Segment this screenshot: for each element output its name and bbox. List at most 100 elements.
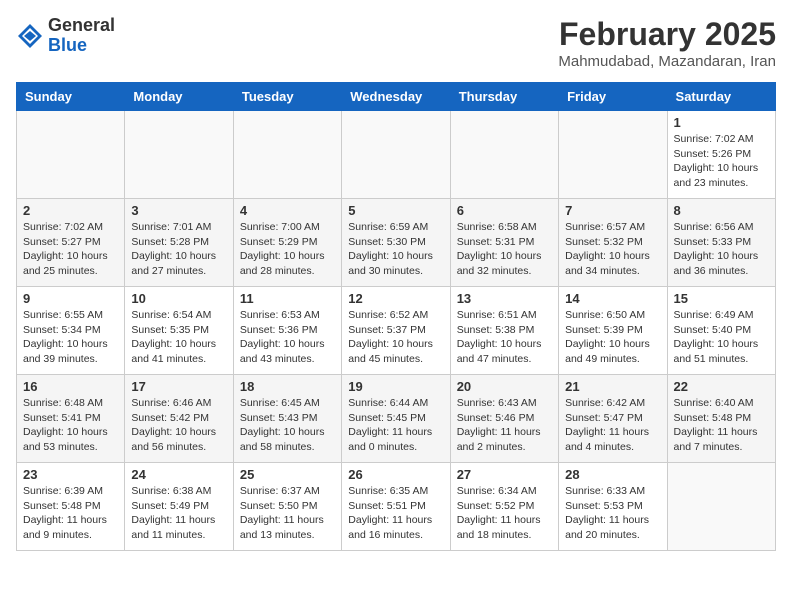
day-number: 16: [23, 379, 118, 394]
day-info: Sunrise: 6:51 AM Sunset: 5:38 PM Dayligh…: [457, 308, 552, 367]
day-info: Sunrise: 6:39 AM Sunset: 5:48 PM Dayligh…: [23, 484, 118, 543]
day-number: 27: [457, 467, 552, 482]
calendar-day: 20 Sunrise: 6:43 AM Sunset: 5:46 PM Dayli…: [450, 375, 558, 463]
calendar-week-3: 9 Sunrise: 6:55 AM Sunset: 5:34 PM Daylig…: [17, 287, 776, 375]
calendar-day: 4Sunrise: 7:00 AM Sunset: 5:29 PM Daylig…: [233, 199, 341, 287]
calendar-day: 3 Sunrise: 7:01 AM Sunset: 5:28 PM Daylig…: [125, 199, 233, 287]
calendar-day: 18Sunrise: 6:45 AM Sunset: 5:43 PM Dayli…: [233, 375, 341, 463]
day-info: Sunrise: 7:02 AM Sunset: 5:26 PM Dayligh…: [674, 132, 769, 191]
calendar-week-2: 2 Sunrise: 7:02 AM Sunset: 5:27 PM Daylig…: [17, 199, 776, 287]
weekday-header-thursday: Thursday: [450, 83, 558, 111]
day-info: Sunrise: 6:44 AM Sunset: 5:45 PM Dayligh…: [348, 396, 443, 455]
day-number: 10: [131, 291, 226, 306]
day-info: Sunrise: 7:02 AM Sunset: 5:27 PM Dayligh…: [23, 220, 118, 279]
day-info: Sunrise: 6:48 AM Sunset: 5:41 PM Dayligh…: [23, 396, 118, 455]
weekday-header-monday: Monday: [125, 83, 233, 111]
calendar-day: 6Sunrise: 6:58 AM Sunset: 5:31 PM Daylig…: [450, 199, 558, 287]
day-info: Sunrise: 6:33 AM Sunset: 5:53 PM Dayligh…: [565, 484, 660, 543]
weekday-header-row: SundayMondayTuesdayWednesdayThursdayFrid…: [17, 83, 776, 111]
calendar-day: 24 Sunrise: 6:38 AM Sunset: 5:49 PM Dayli…: [125, 463, 233, 551]
day-number: 7: [565, 203, 660, 218]
day-number: 8: [674, 203, 769, 218]
calendar-day: 14 Sunrise: 6:50 AM Sunset: 5:39 PM Dayli…: [559, 287, 667, 375]
day-number: 6: [457, 203, 552, 218]
weekday-header-sunday: Sunday: [17, 83, 125, 111]
day-number: 15: [674, 291, 769, 306]
day-info: Sunrise: 6:57 AM Sunset: 5:32 PM Dayligh…: [565, 220, 660, 279]
day-info: Sunrise: 6:40 AM Sunset: 5:48 PM Dayligh…: [674, 396, 769, 455]
calendar-day: 17 Sunrise: 6:46 AM Sunset: 5:42 PM Dayli…: [125, 375, 233, 463]
day-info: Sunrise: 6:42 AM Sunset: 5:47 PM Dayligh…: [565, 396, 660, 455]
day-number: 9: [23, 291, 118, 306]
calendar-day: 19 Sunrise: 6:44 AM Sunset: 5:45 PM Dayli…: [342, 375, 450, 463]
calendar-day: 12 Sunrise: 6:52 AM Sunset: 5:37 PM Dayli…: [342, 287, 450, 375]
calendar-day: [125, 111, 233, 199]
day-number: 22: [674, 379, 769, 394]
logo: General Blue: [16, 16, 115, 56]
day-number: 13: [457, 291, 552, 306]
weekday-header-wednesday: Wednesday: [342, 83, 450, 111]
calendar-day: 26 Sunrise: 6:35 AM Sunset: 5:51 PM Dayli…: [342, 463, 450, 551]
calendar-day: 10Sunrise: 6:54 AM Sunset: 5:35 PM Dayli…: [125, 287, 233, 375]
day-number: 17: [131, 379, 226, 394]
day-info: Sunrise: 6:50 AM Sunset: 5:39 PM Dayligh…: [565, 308, 660, 367]
day-number: 21: [565, 379, 660, 394]
day-number: 25: [240, 467, 335, 482]
calendar-day: 13 Sunrise: 6:51 AM Sunset: 5:38 PM Dayli…: [450, 287, 558, 375]
logo-general: General: [48, 15, 115, 35]
logo-blue: Blue: [48, 35, 87, 55]
day-number: 3: [131, 203, 226, 218]
location-subtitle: Mahmudabad, Mazandaran, Iran: [558, 53, 776, 70]
calendar-day: 28Sunrise: 6:33 AM Sunset: 5:53 PM Dayli…: [559, 463, 667, 551]
day-info: Sunrise: 6:37 AM Sunset: 5:50 PM Dayligh…: [240, 484, 335, 543]
day-number: 19: [348, 379, 443, 394]
day-number: 1: [674, 115, 769, 130]
calendar-day: 15 Sunrise: 6:49 AM Sunset: 5:40 PM Dayli…: [667, 287, 775, 375]
day-number: 24: [131, 467, 226, 482]
calendar-day: 22 Sunrise: 6:40 AM Sunset: 5:48 PM Dayli…: [667, 375, 775, 463]
day-info: Sunrise: 6:55 AM Sunset: 5:34 PM Dayligh…: [23, 308, 118, 367]
calendar-day: 21 Sunrise: 6:42 AM Sunset: 5:47 PM Dayli…: [559, 375, 667, 463]
day-number: 18: [240, 379, 335, 394]
calendar-day: 8 Sunrise: 6:56 AM Sunset: 5:33 PM Daylig…: [667, 199, 775, 287]
weekday-header-tuesday: Tuesday: [233, 83, 341, 111]
day-info: Sunrise: 6:49 AM Sunset: 5:40 PM Dayligh…: [674, 308, 769, 367]
month-title: February 2025: [558, 16, 776, 53]
calendar-day: [233, 111, 341, 199]
calendar-day: 2 Sunrise: 7:02 AM Sunset: 5:27 PM Daylig…: [17, 199, 125, 287]
day-info: Sunrise: 7:01 AM Sunset: 5:28 PM Dayligh…: [131, 220, 226, 279]
day-number: 12: [348, 291, 443, 306]
calendar-day: 11Sunrise: 6:53 AM Sunset: 5:36 PM Dayli…: [233, 287, 341, 375]
day-number: 14: [565, 291, 660, 306]
weekday-header-friday: Friday: [559, 83, 667, 111]
day-info: Sunrise: 6:56 AM Sunset: 5:33 PM Dayligh…: [674, 220, 769, 279]
day-info: Sunrise: 6:34 AM Sunset: 5:52 PM Dayligh…: [457, 484, 552, 543]
day-info: Sunrise: 6:38 AM Sunset: 5:49 PM Dayligh…: [131, 484, 226, 543]
day-info: Sunrise: 6:52 AM Sunset: 5:37 PM Dayligh…: [348, 308, 443, 367]
day-number: 5: [348, 203, 443, 218]
logo-text: General Blue: [48, 16, 115, 56]
calendar-week-5: 23Sunrise: 6:39 AM Sunset: 5:48 PM Dayli…: [17, 463, 776, 551]
calendar-week-4: 16 Sunrise: 6:48 AM Sunset: 5:41 PM Dayli…: [17, 375, 776, 463]
day-number: 2: [23, 203, 118, 218]
calendar-day: 23Sunrise: 6:39 AM Sunset: 5:48 PM Dayli…: [17, 463, 125, 551]
calendar-day: 1 Sunrise: 7:02 AM Sunset: 5:26 PM Daylig…: [667, 111, 775, 199]
calendar-day: 5 Sunrise: 6:59 AM Sunset: 5:30 PM Daylig…: [342, 199, 450, 287]
day-number: 20: [457, 379, 552, 394]
day-info: Sunrise: 6:46 AM Sunset: 5:42 PM Dayligh…: [131, 396, 226, 455]
calendar-day: 27 Sunrise: 6:34 AM Sunset: 5:52 PM Dayli…: [450, 463, 558, 551]
logo-icon: [16, 22, 44, 50]
day-number: 26: [348, 467, 443, 482]
day-info: Sunrise: 6:53 AM Sunset: 5:36 PM Dayligh…: [240, 308, 335, 367]
calendar-day: [667, 463, 775, 551]
calendar-day: 7 Sunrise: 6:57 AM Sunset: 5:32 PM Daylig…: [559, 199, 667, 287]
day-info: Sunrise: 6:35 AM Sunset: 5:51 PM Dayligh…: [348, 484, 443, 543]
title-block: February 2025 Mahmudabad, Mazandaran, Ir…: [558, 16, 776, 70]
calendar-week-1: 1 Sunrise: 7:02 AM Sunset: 5:26 PM Daylig…: [17, 111, 776, 199]
page-header: General Blue February 2025 Mahmudabad, M…: [16, 16, 776, 70]
day-info: Sunrise: 7:00 AM Sunset: 5:29 PM Dayligh…: [240, 220, 335, 279]
weekday-header-saturday: Saturday: [667, 83, 775, 111]
day-info: Sunrise: 6:43 AM Sunset: 5:46 PM Dayligh…: [457, 396, 552, 455]
day-info: Sunrise: 6:59 AM Sunset: 5:30 PM Dayligh…: [348, 220, 443, 279]
calendar-day: [342, 111, 450, 199]
